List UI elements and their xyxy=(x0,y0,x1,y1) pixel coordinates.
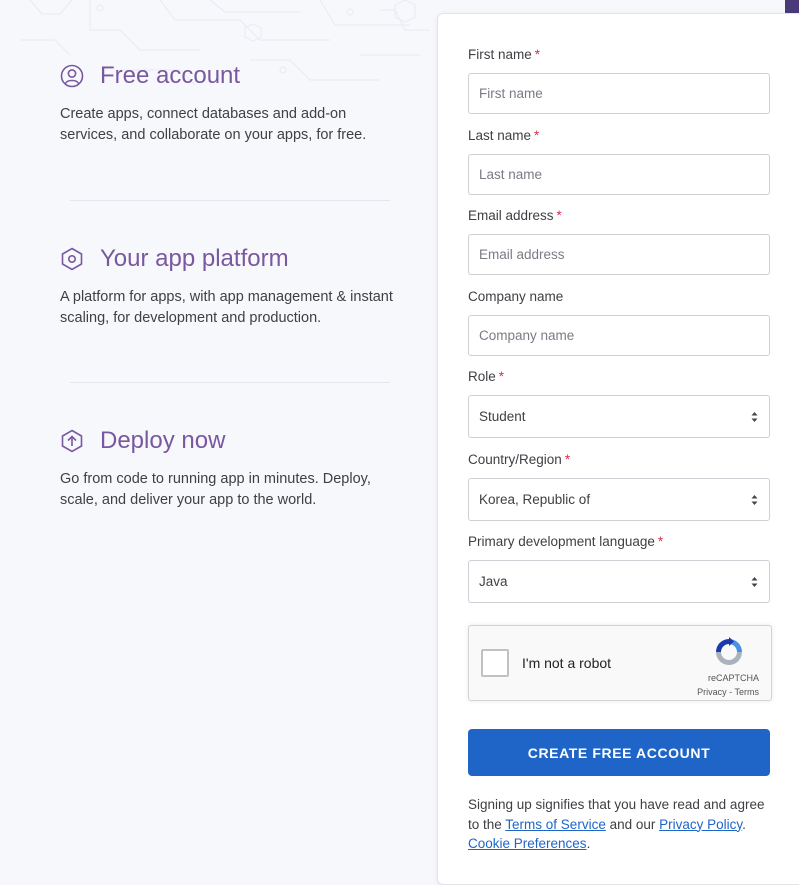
role-select[interactable]: Student xyxy=(468,395,770,438)
required-marker: * xyxy=(657,534,664,549)
legal-middle: and our xyxy=(605,816,660,832)
feature-description: A platform for apps, with app management… xyxy=(60,289,393,326)
recaptcha-logo-icon xyxy=(716,637,742,665)
required-marker: * xyxy=(498,369,505,384)
first-name-input[interactable] xyxy=(468,73,770,114)
feature-header: Deploy now xyxy=(60,425,400,457)
feature-header: Free account xyxy=(60,60,400,92)
separator: - xyxy=(726,687,735,697)
language-select-value: Java xyxy=(479,574,508,589)
country-field: Country/Region * Korea, Republic of xyxy=(468,451,770,521)
legal-period: . xyxy=(742,816,746,832)
user-circle-icon xyxy=(60,64,84,88)
hexagon-icon xyxy=(60,247,84,271)
create-account-button[interactable]: CREATE FREE ACCOUNT xyxy=(468,729,770,776)
recaptcha-checkbox[interactable] xyxy=(481,649,509,677)
country-select[interactable]: Korea, Republic of xyxy=(468,478,770,521)
recaptcha-terms-link[interactable]: Terms xyxy=(735,687,760,697)
label-text: Company name xyxy=(468,289,564,304)
label-text: Country/Region xyxy=(468,452,562,467)
feature-description: Go from code to running app in minutes. … xyxy=(60,471,371,508)
legal-end: . xyxy=(586,836,591,851)
select-arrows-icon xyxy=(751,495,758,505)
feature-app-platform: Your app platform A platform for apps, w… xyxy=(60,243,400,329)
last-name-label: Last name * xyxy=(468,127,770,145)
required-marker: * xyxy=(556,208,562,223)
email-field: Email address * xyxy=(468,207,770,275)
cookie-preferences-link[interactable]: Cookie Preferences xyxy=(468,836,587,851)
divider xyxy=(70,382,390,383)
feature-title: Your app platform xyxy=(100,245,289,272)
label-text: Email address xyxy=(468,208,554,223)
company-input[interactable] xyxy=(468,315,770,356)
recaptcha-brand: reCAPTCHA xyxy=(707,673,759,683)
feature-free-account: Free account Create apps, connect databa… xyxy=(60,60,400,146)
last-name-input[interactable] xyxy=(468,154,770,195)
corner-accent xyxy=(785,0,799,14)
required-marker: * xyxy=(534,128,540,143)
email-input[interactable] xyxy=(468,234,770,275)
language-select[interactable]: Java xyxy=(468,560,770,603)
country-select-value: Korea, Republic of xyxy=(479,492,591,507)
company-field: Company name xyxy=(468,288,770,356)
divider xyxy=(70,200,390,201)
feature-title: Deploy now xyxy=(100,427,226,454)
signup-form: First name* Last name* Email address* Co… xyxy=(437,13,799,885)
label-text: Role xyxy=(468,369,496,384)
role-field: Role * Student xyxy=(468,368,770,438)
required-marker: * xyxy=(564,452,571,467)
recaptcha-widget: I'm not a robot reCAPTCHA Privacy - Term… xyxy=(468,625,772,701)
label-text: Primary development language xyxy=(468,534,655,549)
signup-page: Free account Create apps, connect databa… xyxy=(0,0,799,885)
select-arrows-icon xyxy=(751,577,758,587)
privacy-policy-link[interactable]: Privacy Policy xyxy=(659,817,742,832)
first-name-field: First name * xyxy=(468,46,770,114)
legal-notice: Signing up signifies that you have read … xyxy=(468,795,778,854)
label-text: Last name xyxy=(468,128,532,143)
last-name-field: Last name * xyxy=(468,127,770,195)
recaptcha-privacy-link[interactable]: Privacy xyxy=(697,687,727,697)
feature-description: Create apps, connect databases and add-o… xyxy=(60,106,367,143)
language-label: Primary development language * xyxy=(468,533,770,551)
feature-title: Free account xyxy=(100,62,241,89)
recaptcha-label: I'm not a robot xyxy=(522,655,612,671)
first-name-label: First name * xyxy=(468,46,770,64)
label-text: First name xyxy=(468,47,532,62)
role-label: Role * xyxy=(468,368,770,386)
feature-header: Your app platform xyxy=(60,243,400,275)
country-label: Country/Region * xyxy=(468,451,770,469)
upload-arrow-icon xyxy=(60,429,84,453)
email-label: Email address * xyxy=(468,207,770,225)
required-marker: * xyxy=(534,47,541,62)
feature-deploy-now: Deploy now Go from code to running app i… xyxy=(60,425,400,511)
terms-of-service-link[interactable]: Terms of Service xyxy=(505,817,606,832)
company-label: Company name xyxy=(468,288,770,306)
role-select-value: Student xyxy=(479,409,526,424)
select-arrows-icon xyxy=(751,412,758,422)
recaptcha-links: Privacy - Terms xyxy=(697,687,759,697)
language-field: Primary development language * Java xyxy=(468,533,770,603)
